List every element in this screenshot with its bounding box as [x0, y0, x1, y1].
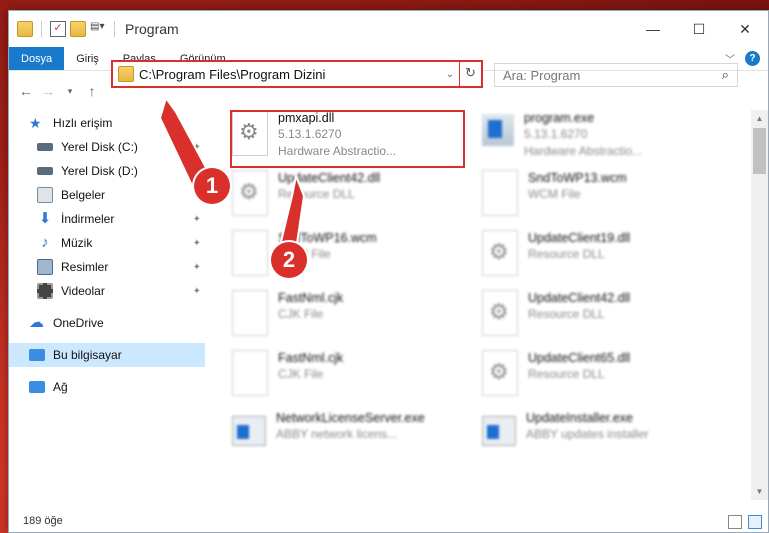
step-1-badge: 1 — [194, 168, 230, 204]
step-2-badge: 2 — [271, 242, 307, 278]
annotation-arrows — [158, 95, 306, 252]
arrow-2 — [278, 172, 306, 252]
